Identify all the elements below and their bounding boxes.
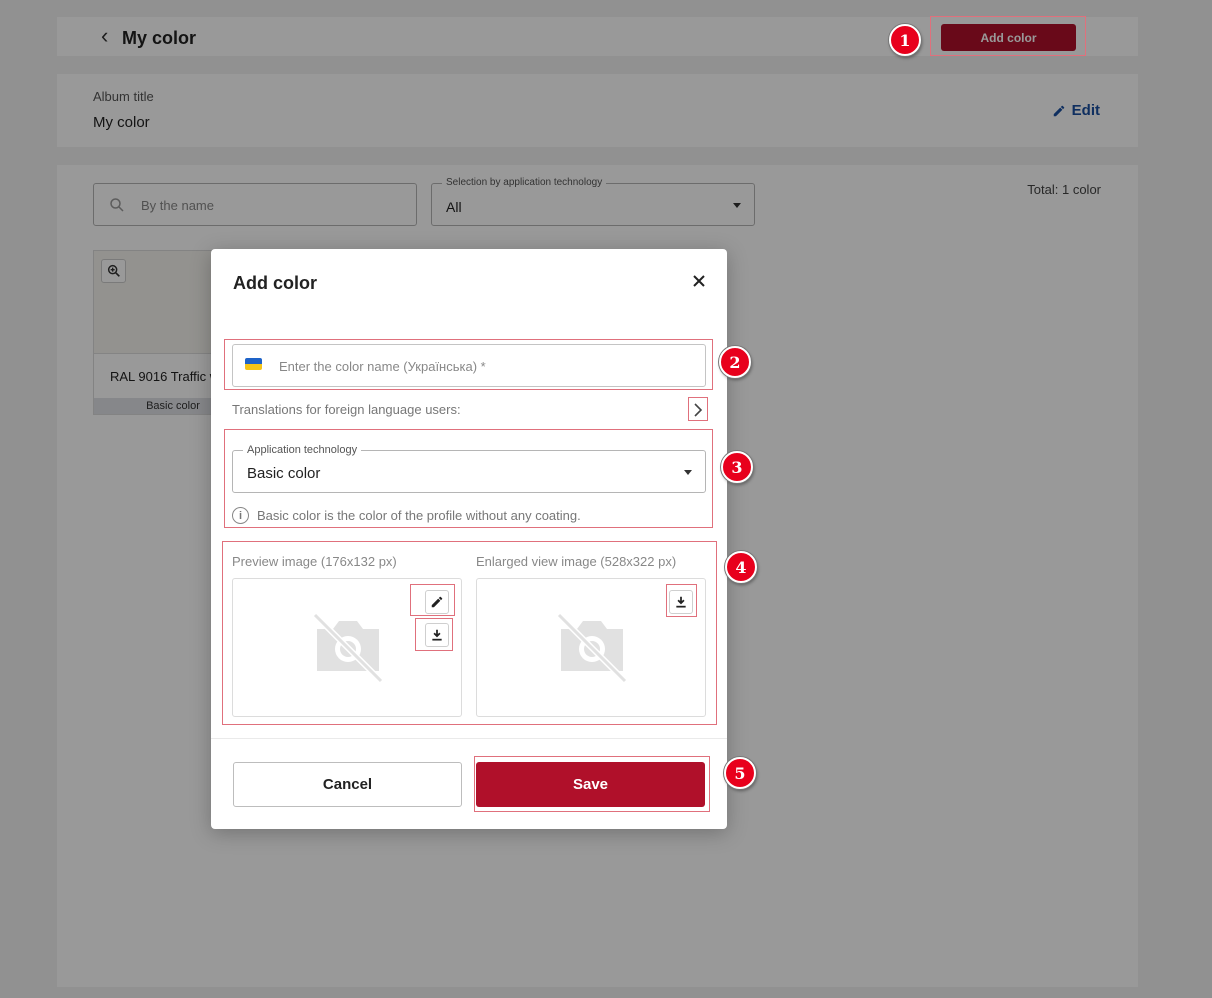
download-icon bbox=[676, 596, 686, 608]
save-button[interactable]: Save bbox=[476, 762, 705, 807]
application-technology-value: Basic color bbox=[247, 465, 321, 482]
annotation-badge-1: 1 bbox=[889, 24, 921, 56]
edit-preview-button[interactable] bbox=[425, 590, 449, 614]
color-name-input[interactable] bbox=[279, 353, 694, 379]
dropdown-arrow-icon bbox=[684, 470, 692, 475]
preview-image-label: Preview image (176x132 px) bbox=[232, 554, 397, 569]
cancel-button[interactable]: Cancel bbox=[233, 762, 462, 807]
pencil-icon bbox=[431, 596, 443, 608]
download-enlarged-button[interactable] bbox=[669, 590, 693, 614]
download-icon bbox=[432, 629, 442, 641]
chevron-right-icon[interactable] bbox=[690, 400, 706, 420]
color-name-field[interactable] bbox=[232, 344, 706, 387]
enlarged-image-label: Enlarged view image (528x322 px) bbox=[476, 554, 677, 569]
footer-divider bbox=[211, 738, 727, 739]
technology-hint-text: Basic color is the color of the profile … bbox=[257, 508, 581, 523]
close-icon[interactable] bbox=[691, 273, 707, 289]
dialog-title: Add color bbox=[233, 273, 317, 293]
ukraine-flag-icon bbox=[245, 358, 262, 370]
application-technology-label: Application technology bbox=[243, 444, 362, 456]
technology-hint: i Basic color is the color of the profil… bbox=[232, 507, 581, 524]
info-icon: i bbox=[232, 507, 249, 524]
preview-image-box[interactable] bbox=[232, 578, 462, 717]
annotation-badge-5: 5 bbox=[724, 757, 756, 789]
enlarged-image-box[interactable] bbox=[476, 578, 706, 717]
annotation-badge-4: 4 bbox=[725, 551, 757, 583]
no-photo-icon bbox=[556, 612, 628, 684]
download-preview-button[interactable] bbox=[425, 623, 449, 647]
application-technology-select[interactable]: Application technology Basic color bbox=[232, 444, 706, 493]
annotation-badge-3: 3 bbox=[721, 451, 753, 483]
add-color-dialog: Add color Translations for foreign langu… bbox=[211, 249, 727, 829]
no-photo-icon bbox=[312, 612, 384, 684]
translations-label: Translations for foreign language users: bbox=[232, 402, 461, 417]
annotation-badge-2: 2 bbox=[719, 346, 751, 378]
